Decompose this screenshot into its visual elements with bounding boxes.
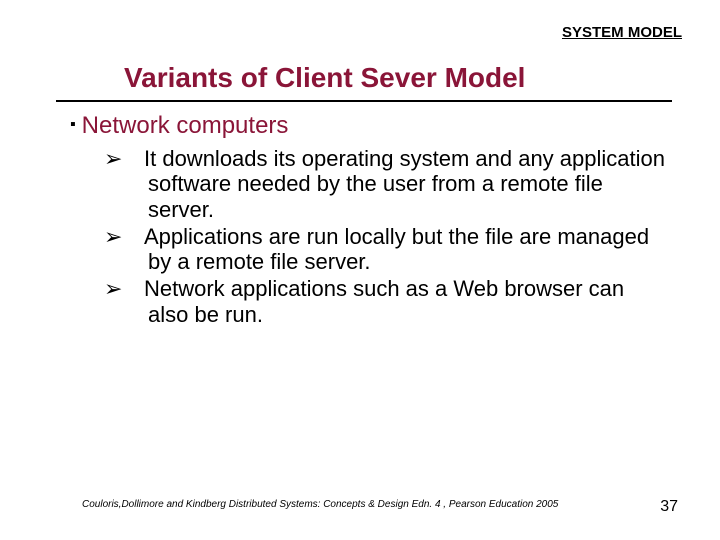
arrow-icon: ➢ [126,146,144,171]
list-item: ➢It downloads its operating system and a… [126,146,666,222]
bullet-text: Network applications such as a Web brows… [144,276,624,326]
title-underline [56,100,672,102]
list-item: ➢Applications are run locally but the fi… [126,224,666,275]
bullet-list: ➢It downloads its operating system and a… [126,146,666,327]
bullet-text: Applications are run locally but the fil… [144,224,649,274]
arrow-icon: ➢ [126,224,144,249]
section-heading: ▪ Network computers [70,112,670,140]
slide-title: Variants of Client Sever Model [124,62,525,94]
section-heading-text: Network computers [82,112,289,139]
arrow-icon: ➢ [126,276,144,301]
page-number: 37 [660,498,678,516]
content-section: ▪Network computers ➢It downloads its ope… [70,112,670,329]
footer-citation: Couloris,Dollimore and Kindberg Distribu… [82,499,622,510]
square-bullet-icon: ▪ [70,116,76,134]
header-label: SYSTEM MODEL [562,24,682,41]
list-item: ➢Network applications such as a Web brow… [126,276,666,327]
bullet-text: It downloads its operating system and an… [144,146,665,222]
